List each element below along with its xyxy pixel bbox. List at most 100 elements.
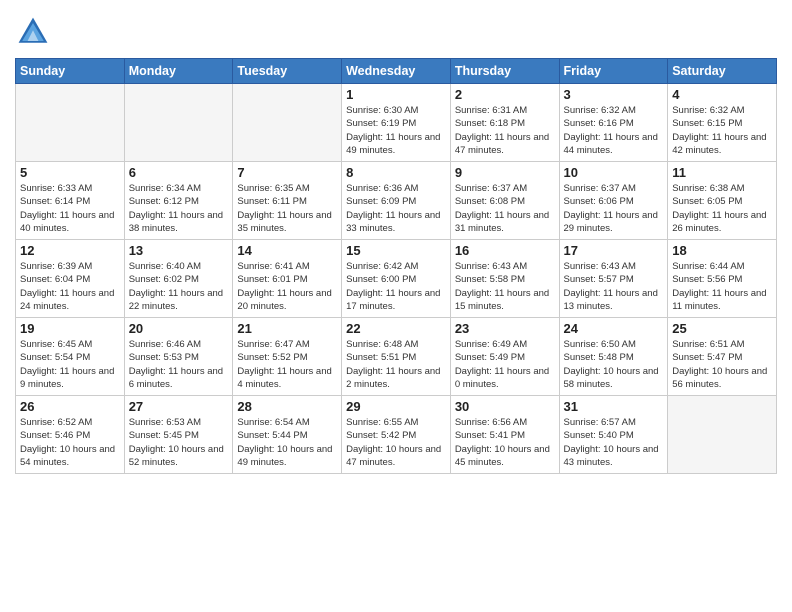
- calendar-cell: 30Sunrise: 6:56 AM Sunset: 5:41 PM Dayli…: [450, 396, 559, 474]
- calendar-cell: 5 Sunrise: 6:33 AM Sunset: 6:14 PM Daylig…: [16, 162, 125, 240]
- day-number: 17: [564, 243, 664, 258]
- day-info: Sunrise: 6:37 AM Sunset: 6:08 PM Dayligh…: [455, 182, 555, 235]
- weekday-header-friday: Friday: [559, 59, 668, 84]
- day-info: Sunrise: 6:32 AM Sunset: 6:16 PM Dayligh…: [564, 104, 664, 157]
- day-number: 29: [346, 399, 446, 414]
- calendar-cell: 18 Sunrise: 6:44 AM Sunset: 5:56 PM Dayli…: [668, 240, 777, 318]
- day-number: 11: [672, 165, 772, 180]
- day-number: 18: [672, 243, 772, 258]
- day-number: 22: [346, 321, 446, 336]
- calendar-cell: 4Sunrise: 6:32 AM Sunset: 6:15 PM Daylig…: [668, 84, 777, 162]
- day-info: Sunrise: 6:30 AM Sunset: 6:19 PM Dayligh…: [346, 104, 446, 157]
- day-number: 10: [564, 165, 664, 180]
- day-info: Sunrise: 6:52 AM Sunset: 5:46 PM Dayligh…: [20, 416, 120, 469]
- day-info: Sunrise: 6:51 AM Sunset: 5:47 PM Dayligh…: [672, 338, 772, 391]
- calendar-cell: 16 Sunrise: 6:43 AM Sunset: 5:58 PM Dayli…: [450, 240, 559, 318]
- calendar-cell: 3 Sunrise: 6:32 AM Sunset: 6:16 PM Daylig…: [559, 84, 668, 162]
- calendar-cell: 31 Sunrise: 6:57 AM Sunset: 5:40 PM Dayli…: [559, 396, 668, 474]
- calendar-cell: 2 Sunrise: 6:31 AM Sunset: 6:18 PM Daylig…: [450, 84, 559, 162]
- day-info: Sunrise: 6:33 AM Sunset: 6:14 PM Dayligh…: [20, 182, 120, 235]
- calendar-cell: 7 Sunrise: 6:35 AM Sunset: 6:11 PM Daylig…: [233, 162, 342, 240]
- day-info: Sunrise: 6:31 AM Sunset: 6:18 PM Dayligh…: [455, 104, 555, 157]
- day-number: 8: [346, 165, 446, 180]
- calendar-week-1: 5 Sunrise: 6:33 AM Sunset: 6:14 PM Daylig…: [16, 162, 777, 240]
- day-info: Sunrise: 6:50 AM Sunset: 5:48 PM Dayligh…: [564, 338, 664, 391]
- calendar-cell: 28 Sunrise: 6:54 AM Sunset: 5:44 PM Dayli…: [233, 396, 342, 474]
- calendar-cell: 26Sunrise: 6:52 AM Sunset: 5:46 PM Dayli…: [16, 396, 125, 474]
- day-number: 1: [346, 87, 446, 102]
- day-info: Sunrise: 6:54 AM Sunset: 5:44 PM Dayligh…: [237, 416, 337, 469]
- day-number: 27: [129, 399, 229, 414]
- weekday-header-wednesday: Wednesday: [342, 59, 451, 84]
- day-number: 6: [129, 165, 229, 180]
- day-number: 15: [346, 243, 446, 258]
- day-info: Sunrise: 6:47 AM Sunset: 5:52 PM Dayligh…: [237, 338, 337, 391]
- day-info: Sunrise: 6:49 AM Sunset: 5:49 PM Dayligh…: [455, 338, 555, 391]
- day-number: 21: [237, 321, 337, 336]
- day-info: Sunrise: 6:35 AM Sunset: 6:11 PM Dayligh…: [237, 182, 337, 235]
- calendar-cell: 6Sunrise: 6:34 AM Sunset: 6:12 PM Daylig…: [124, 162, 233, 240]
- weekday-header-saturday: Saturday: [668, 59, 777, 84]
- calendar-cell: 19 Sunrise: 6:45 AM Sunset: 5:54 PM Dayli…: [16, 318, 125, 396]
- calendar-week-2: 12 Sunrise: 6:39 AM Sunset: 6:04 PM Dayli…: [16, 240, 777, 318]
- day-number: 2: [455, 87, 555, 102]
- day-info: Sunrise: 6:37 AM Sunset: 6:06 PM Dayligh…: [564, 182, 664, 235]
- day-info: Sunrise: 6:56 AM Sunset: 5:41 PM Dayligh…: [455, 416, 555, 469]
- day-number: 16: [455, 243, 555, 258]
- calendar-cell: 25Sunrise: 6:51 AM Sunset: 5:47 PM Dayli…: [668, 318, 777, 396]
- calendar-cell: 23 Sunrise: 6:49 AM Sunset: 5:49 PM Dayli…: [450, 318, 559, 396]
- day-info: Sunrise: 6:45 AM Sunset: 5:54 PM Dayligh…: [20, 338, 120, 391]
- calendar-cell: 27 Sunrise: 6:53 AM Sunset: 5:45 PM Dayli…: [124, 396, 233, 474]
- weekday-header-sunday: Sunday: [16, 59, 125, 84]
- day-info: Sunrise: 6:46 AM Sunset: 5:53 PM Dayligh…: [129, 338, 229, 391]
- day-number: 31: [564, 399, 664, 414]
- day-info: Sunrise: 6:53 AM Sunset: 5:45 PM Dayligh…: [129, 416, 229, 469]
- day-number: 28: [237, 399, 337, 414]
- logo: [15, 14, 55, 50]
- day-number: 9: [455, 165, 555, 180]
- calendar-week-4: 26Sunrise: 6:52 AM Sunset: 5:46 PM Dayli…: [16, 396, 777, 474]
- calendar-cell: 24Sunrise: 6:50 AM Sunset: 5:48 PM Dayli…: [559, 318, 668, 396]
- calendar-cell: 20 Sunrise: 6:46 AM Sunset: 5:53 PM Dayli…: [124, 318, 233, 396]
- day-number: 14: [237, 243, 337, 258]
- calendar-cell: 13 Sunrise: 6:40 AM Sunset: 6:02 PM Dayli…: [124, 240, 233, 318]
- day-info: Sunrise: 6:40 AM Sunset: 6:02 PM Dayligh…: [129, 260, 229, 313]
- calendar-cell: 1 Sunrise: 6:30 AM Sunset: 6:19 PM Daylig…: [342, 84, 451, 162]
- calendar-cell: 21 Sunrise: 6:47 AM Sunset: 5:52 PM Dayli…: [233, 318, 342, 396]
- day-number: 13: [129, 243, 229, 258]
- calendar-cell: 9 Sunrise: 6:37 AM Sunset: 6:08 PM Daylig…: [450, 162, 559, 240]
- calendar-cell: [16, 84, 125, 162]
- calendar-cell: [124, 84, 233, 162]
- calendar-cell: 17Sunrise: 6:43 AM Sunset: 5:57 PM Dayli…: [559, 240, 668, 318]
- header: [15, 10, 777, 50]
- calendar-cell: 8 Sunrise: 6:36 AM Sunset: 6:09 PM Daylig…: [342, 162, 451, 240]
- calendar-cell: [668, 396, 777, 474]
- day-info: Sunrise: 6:38 AM Sunset: 6:05 PM Dayligh…: [672, 182, 772, 235]
- day-number: 19: [20, 321, 120, 336]
- calendar-cell: [233, 84, 342, 162]
- calendar-week-3: 19 Sunrise: 6:45 AM Sunset: 5:54 PM Dayli…: [16, 318, 777, 396]
- day-info: Sunrise: 6:48 AM Sunset: 5:51 PM Dayligh…: [346, 338, 446, 391]
- day-number: 5: [20, 165, 120, 180]
- weekday-header-tuesday: Tuesday: [233, 59, 342, 84]
- day-info: Sunrise: 6:55 AM Sunset: 5:42 PM Dayligh…: [346, 416, 446, 469]
- day-info: Sunrise: 6:44 AM Sunset: 5:56 PM Dayligh…: [672, 260, 772, 313]
- calendar-cell: 14 Sunrise: 6:41 AM Sunset: 6:01 PM Dayli…: [233, 240, 342, 318]
- day-number: 3: [564, 87, 664, 102]
- day-number: 23: [455, 321, 555, 336]
- weekday-header-thursday: Thursday: [450, 59, 559, 84]
- day-number: 12: [20, 243, 120, 258]
- day-number: 7: [237, 165, 337, 180]
- day-info: Sunrise: 6:39 AM Sunset: 6:04 PM Dayligh…: [20, 260, 120, 313]
- day-info: Sunrise: 6:57 AM Sunset: 5:40 PM Dayligh…: [564, 416, 664, 469]
- day-info: Sunrise: 6:43 AM Sunset: 5:58 PM Dayligh…: [455, 260, 555, 313]
- day-info: Sunrise: 6:36 AM Sunset: 6:09 PM Dayligh…: [346, 182, 446, 235]
- day-info: Sunrise: 6:41 AM Sunset: 6:01 PM Dayligh…: [237, 260, 337, 313]
- calendar-cell: 22 Sunrise: 6:48 AM Sunset: 5:51 PM Dayli…: [342, 318, 451, 396]
- logo-icon: [15, 14, 51, 50]
- day-number: 20: [129, 321, 229, 336]
- weekday-header-monday: Monday: [124, 59, 233, 84]
- calendar-cell: 11 Sunrise: 6:38 AM Sunset: 6:05 PM Dayli…: [668, 162, 777, 240]
- calendar-cell: 10 Sunrise: 6:37 AM Sunset: 6:06 PM Dayli…: [559, 162, 668, 240]
- calendar-cell: 29 Sunrise: 6:55 AM Sunset: 5:42 PM Dayli…: [342, 396, 451, 474]
